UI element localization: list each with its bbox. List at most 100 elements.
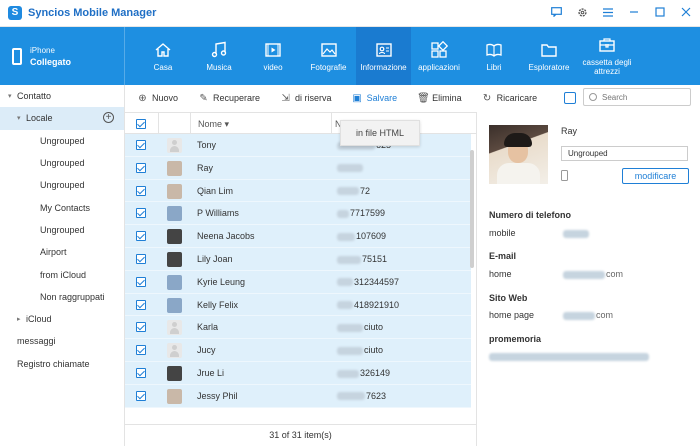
- table-row[interactable]: Neena Jacobs 107609: [125, 225, 471, 248]
- sidebar-item-locale[interactable]: ▾ Locale +: [0, 107, 124, 130]
- sort-down-icon: ▾: [224, 119, 230, 129]
- table-row[interactable]: Kyrie Leung 312344597: [125, 270, 471, 294]
- sidebar-group-item[interactable]: Ungrouped: [0, 152, 124, 174]
- sidebar-group-item[interactable]: from iCloud: [0, 263, 124, 285]
- nav-casa[interactable]: Casa: [133, 27, 193, 85]
- menu-icon[interactable]: [602, 6, 614, 18]
- nav-cassetta-attrezzi[interactable]: cassetta degli attrezzi: [577, 27, 637, 85]
- group-select[interactable]: Ungrouped: [561, 146, 688, 161]
- row-checkbox[interactable]: [136, 345, 146, 356]
- sidebar-group-item[interactable]: Ungrouped: [0, 174, 124, 196]
- nav-video[interactable]: video: [245, 27, 301, 85]
- table-row[interactable]: Jrue Li 326149: [125, 362, 471, 385]
- row-checkbox[interactable]: [136, 254, 146, 264]
- phone-value: [563, 228, 590, 238]
- nav-esploratore[interactable]: Esploratore: [521, 27, 577, 85]
- table-row[interactable]: Jessy Phil 7623: [125, 384, 471, 408]
- print-icon[interactable]: [564, 92, 576, 104]
- search-box[interactable]: [583, 88, 691, 106]
- table-row[interactable]: Kelly Felix 418921910: [125, 293, 471, 317]
- delete-button[interactable]: 🗑 Elimina: [417, 93, 462, 104]
- sidebar-group-item[interactable]: Ungrouped: [0, 219, 124, 241]
- row-checkbox[interactable]: [136, 276, 146, 287]
- row-checkbox[interactable]: [136, 299, 146, 310]
- home-icon: [155, 42, 171, 57]
- table-row[interactable]: Lily Joan 75151: [125, 248, 471, 271]
- sidebar-item-registro-chiamate[interactable]: Registro chiamate: [0, 353, 124, 375]
- new-button[interactable]: ⊕ Nuovo: [137, 93, 178, 104]
- window-controls: [550, 6, 692, 18]
- photo-hair: [504, 133, 532, 147]
- nav-musica[interactable]: Musica: [193, 27, 245, 85]
- contact-photo: [489, 125, 548, 184]
- settings-icon[interactable]: [576, 6, 588, 18]
- table-row[interactable]: Qian Lim 72: [125, 179, 471, 203]
- device-info[interactable]: iPhone Collegato: [0, 27, 125, 85]
- row-checkbox[interactable]: [136, 208, 146, 219]
- select-all-checkbox[interactable]: [136, 119, 146, 129]
- row-checkbox[interactable]: [136, 231, 146, 242]
- row-checkbox[interactable]: [136, 322, 146, 333]
- save-dropdown-item-html[interactable]: in file HTML: [340, 120, 420, 146]
- contact-avatar: [167, 229, 182, 245]
- search-icon: [589, 93, 597, 101]
- refresh-button[interactable]: ↻ Ricaricare: [482, 92, 537, 104]
- row-checkbox[interactable]: [136, 368, 146, 378]
- maximize-icon[interactable]: [654, 6, 666, 18]
- top-nav: iPhone Collegato Casa Musica video Fotog…: [0, 27, 700, 85]
- contact-number: 312344597: [337, 277, 399, 287]
- recover-button[interactable]: ✎ Recuperare: [198, 93, 260, 104]
- sidebar-item-messaggi[interactable]: messaggi: [0, 330, 124, 352]
- minimize-icon[interactable]: [628, 6, 640, 18]
- sidebar-group-item[interactable]: Airport: [0, 241, 124, 263]
- contact-number: 75151: [337, 254, 387, 264]
- sidebar-item-contatto[interactable]: ▾ Contatto: [0, 85, 124, 107]
- default-avatar-icon: [167, 343, 182, 359]
- contact-avatar: [167, 388, 182, 404]
- row-checkbox[interactable]: [136, 140, 146, 150]
- row-checkbox[interactable]: [136, 390, 146, 401]
- sidebar-group-item[interactable]: Ungrouped: [0, 130, 124, 152]
- contact-name: Neena Jacobs: [197, 231, 255, 242]
- feedback-icon[interactable]: [550, 6, 562, 18]
- app-title: Syncios Mobile Manager: [28, 7, 157, 19]
- app-logo-icon: S: [8, 6, 22, 20]
- nav-libri[interactable]: Libri: [467, 27, 521, 85]
- backup-button[interactable]: ⇲ di riserva: [280, 93, 331, 104]
- sidebar-group-item[interactable]: My Contacts: [0, 196, 124, 218]
- contact-name: Jessy Phil: [197, 390, 238, 401]
- row-checkbox[interactable]: [136, 185, 146, 196]
- column-header-name[interactable]: Nome ▾: [198, 119, 229, 130]
- save-button[interactable]: ▣ Salvare: [352, 93, 397, 104]
- list-scrollbar[interactable]: [470, 150, 474, 268]
- nav-fotografie[interactable]: Fotografie: [301, 27, 356, 85]
- table-row[interactable]: Karla ciuto: [125, 316, 471, 340]
- contact-number: 418921910: [337, 300, 399, 310]
- table-row[interactable]: Jucy ciuto: [125, 339, 471, 362]
- table-row[interactable]: Ray: [125, 156, 471, 180]
- search-input[interactable]: [602, 92, 687, 102]
- table-row[interactable]: P Williams 7717599: [125, 202, 471, 226]
- contact-number: 72: [337, 186, 370, 196]
- nav-informazione[interactable]: Informazione: [356, 27, 411, 85]
- contact-avatar: [167, 297, 182, 313]
- contact-name: Qian Lim: [197, 185, 234, 196]
- close-icon[interactable]: [680, 6, 692, 18]
- contact-name: Karla: [197, 322, 219, 333]
- add-group-icon[interactable]: +: [103, 112, 114, 124]
- book-icon: [486, 43, 502, 57]
- refresh-icon: ↻: [482, 92, 492, 104]
- contact-name: P Williams: [197, 208, 239, 219]
- contact-avatar: [167, 252, 182, 267]
- email-section-title: E-mail: [489, 251, 517, 261]
- nav-applicazioni[interactable]: applicazioni: [411, 27, 467, 85]
- edit-button[interactable]: modificare: [622, 168, 689, 184]
- sidebar-group-item[interactable]: Non raggruppati: [0, 286, 124, 308]
- edit-icon: ✎: [199, 92, 208, 104]
- chevron-down-icon: ▾: [8, 93, 12, 101]
- column-divider: [158, 113, 159, 135]
- contact-avatar: [167, 366, 182, 381]
- sidebar-item-icloud[interactable]: ▸ iCloud: [0, 308, 124, 330]
- contact-card-icon: [375, 42, 392, 57]
- row-checkbox[interactable]: [136, 162, 146, 173]
